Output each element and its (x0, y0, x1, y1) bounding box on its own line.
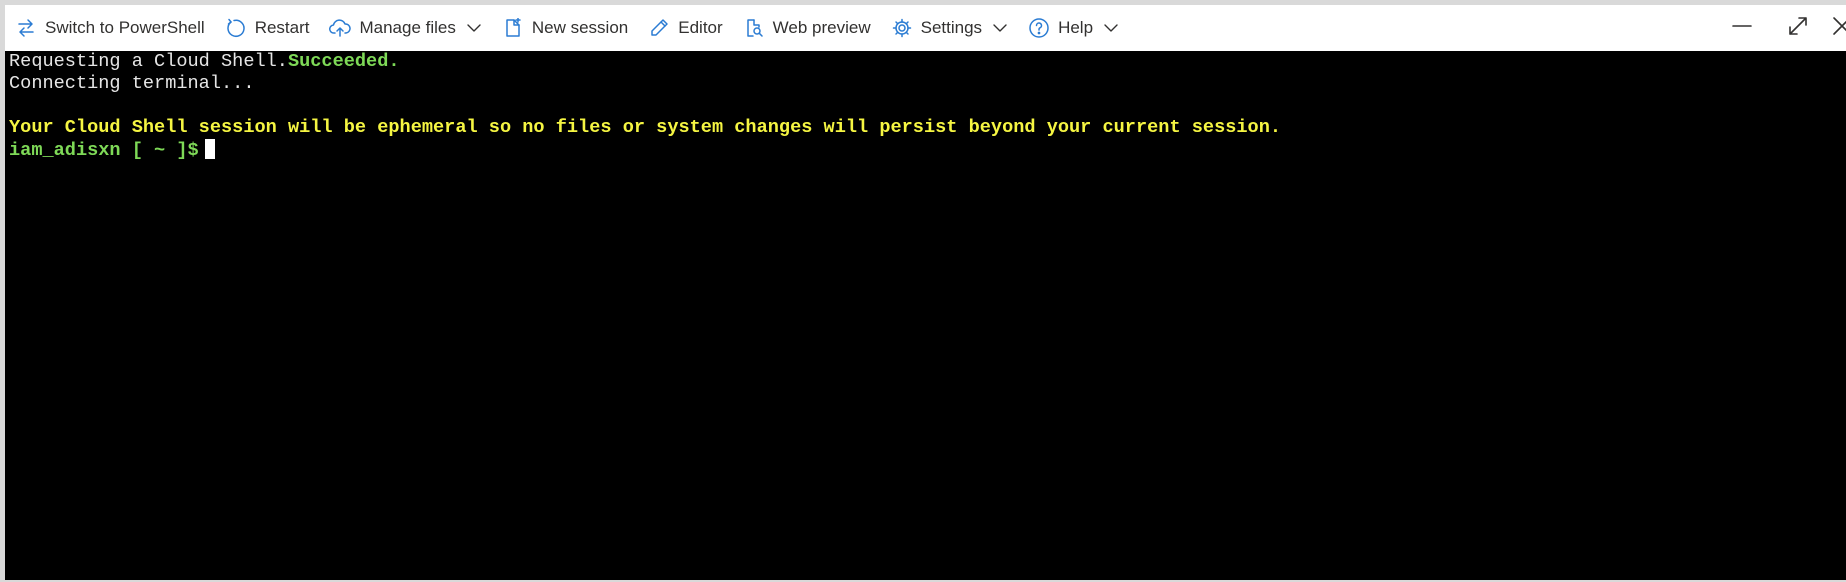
gear-icon (891, 17, 913, 39)
minimize-button[interactable] (1724, 5, 1760, 51)
terminal-text: Connecting terminal... (9, 73, 255, 94)
chevron-down-icon (1103, 20, 1119, 36)
chevron-down-icon (992, 20, 1008, 36)
restart-label: Restart (254, 18, 310, 37)
web-preview-icon (743, 17, 765, 39)
manage-files-label: Manage files (359, 18, 456, 37)
switch-to-powershell-button[interactable]: Switch to PowerShell (5, 5, 215, 51)
terminal-output[interactable]: Requesting a Cloud Shell.Succeeded. Conn… (5, 51, 1846, 580)
minimize-icon (1731, 15, 1753, 42)
new-session-label: New session (531, 18, 629, 37)
pencil-icon (648, 17, 670, 39)
cloud-upload-icon (329, 17, 352, 39)
switch-arrows-icon (15, 17, 37, 39)
terminal-text: Requesting a Cloud Shell. (9, 51, 288, 72)
chevron-down-icon (466, 20, 482, 36)
web-preview-button[interactable]: Web preview (733, 5, 881, 51)
switch-to-powershell-label: Switch to PowerShell (45, 18, 205, 37)
close-icon (1831, 15, 1846, 42)
close-button[interactable] (1824, 5, 1846, 51)
editor-button[interactable]: Editor (638, 5, 732, 51)
restart-icon (225, 17, 247, 39)
help-icon (1028, 17, 1050, 39)
settings-dropdown[interactable]: Settings (881, 5, 1018, 51)
help-label: Help (1058, 18, 1094, 37)
terminal-cursor (204, 139, 215, 159)
cloud-shell-window: Switch to PowerShell Restart Manage file… (0, 0, 1846, 582)
terminal-line: Connecting terminal... (9, 73, 1846, 95)
shell-prompt: iam_adisxn [ ~ ]$ (9, 140, 199, 161)
restart-button[interactable]: Restart (215, 5, 320, 51)
editor-label: Editor (678, 18, 723, 37)
help-dropdown[interactable]: Help (1018, 5, 1129, 51)
settings-label: Settings (920, 18, 983, 37)
new-session-icon (502, 17, 524, 39)
terminal-line: Requesting a Cloud Shell.Succeeded. (9, 51, 1846, 73)
maximize-button[interactable] (1780, 5, 1816, 51)
manage-files-dropdown[interactable]: Manage files (319, 5, 491, 51)
status-succeeded: Succeeded. (287, 51, 400, 72)
new-session-button[interactable]: New session (492, 5, 638, 51)
ephemeral-warning: Your Cloud Shell session will be ephemer… (9, 117, 1282, 138)
terminal-prompt-line[interactable]: iam_adisxn [ ~ ]$ (9, 139, 1846, 161)
cloud-shell-toolbar: Switch to PowerShell Restart Manage file… (5, 5, 1846, 51)
maximize-icon (1787, 15, 1809, 42)
web-preview-label: Web preview (772, 18, 871, 37)
